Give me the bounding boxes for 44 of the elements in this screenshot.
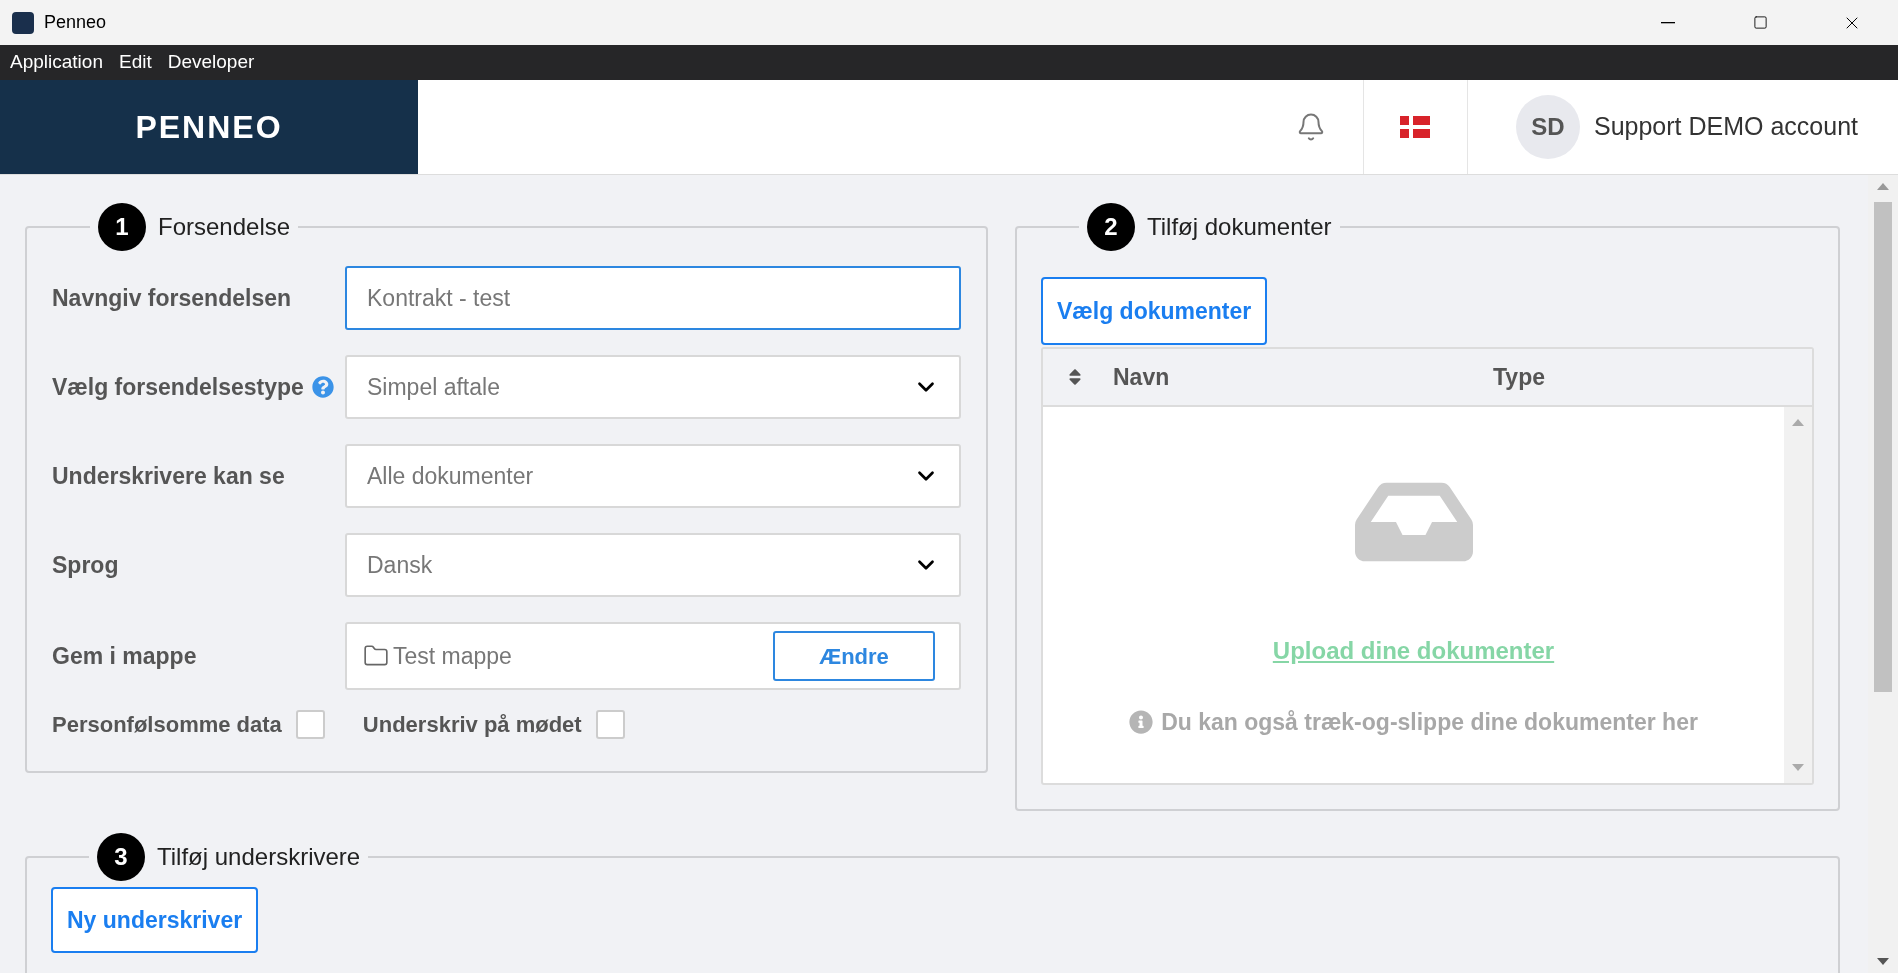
scroll-down-icon[interactable]	[1877, 958, 1889, 965]
select-field[interactable]: Alle dokumenter	[345, 444, 961, 508]
menu-item[interactable]: Developer	[159, 48, 263, 77]
menu-item[interactable]: Application	[2, 48, 111, 77]
checkbox-label: Underskriv på mødet	[362, 711, 582, 739]
field-label: Underskrivere kan se	[52, 462, 285, 491]
checkbox[interactable]	[595, 710, 625, 739]
checkbox[interactable]	[295, 710, 325, 739]
drag-drop-hint: Du kan også træk-og-slippe dine dokumenter her	[1161, 708, 1698, 737]
field-label: Gem i mappe	[52, 642, 197, 671]
column-header[interactable]: Navn	[1113, 359, 1493, 395]
logo: PENNEO	[135, 108, 283, 147]
maximize-icon	[1752, 15, 1768, 30]
select-field[interactable]: Simpel aftale	[345, 355, 961, 419]
field-label: Vælg forsendelsestype	[52, 373, 304, 402]
input-field[interactable]: Kontrakt - test	[345, 266, 961, 330]
info-icon	[1129, 710, 1154, 735]
column-header[interactable]: Type	[1493, 359, 1545, 395]
avatar[interactable]: SD	[1516, 95, 1580, 159]
change-folder-button[interactable]: Ændre	[773, 631, 935, 681]
section-title: Tilføj underskrivere	[157, 842, 361, 872]
minimize-icon	[1661, 21, 1675, 24]
field-label: Navngiv forsendelsen	[52, 284, 292, 313]
choose-documents-button[interactable]: Vælg dokumenter	[1041, 277, 1268, 345]
section-title: Tilføj dokumenter	[1147, 212, 1332, 242]
scroll-up-icon[interactable]	[1792, 419, 1804, 426]
step-number: 3	[97, 833, 145, 881]
scrollbar-thumb[interactable]	[1874, 202, 1892, 692]
app-icon	[12, 11, 34, 34]
section-title: Forsendelse	[158, 212, 291, 242]
folder-name: Test mappe	[393, 641, 512, 671]
select-field[interactable]: Dansk	[345, 533, 961, 597]
account-name[interactable]: Support DEMO account	[1594, 108, 1858, 146]
field-label: Sprog	[52, 551, 119, 580]
checkbox-label: Personfølsomme data	[52, 711, 282, 739]
menu-item[interactable]: Edit	[110, 48, 160, 77]
new-signer-button[interactable]: Ny underskriver	[51, 887, 259, 953]
window-title: Penneo	[44, 11, 107, 34]
step-number: 2	[1087, 203, 1135, 251]
help-icon[interactable]	[311, 376, 334, 398]
table-scrollbar[interactable]	[1784, 407, 1812, 783]
page-scrollbar[interactable]	[1868, 175, 1898, 973]
step-number: 1	[98, 203, 146, 251]
scroll-up-icon[interactable]	[1877, 183, 1889, 190]
